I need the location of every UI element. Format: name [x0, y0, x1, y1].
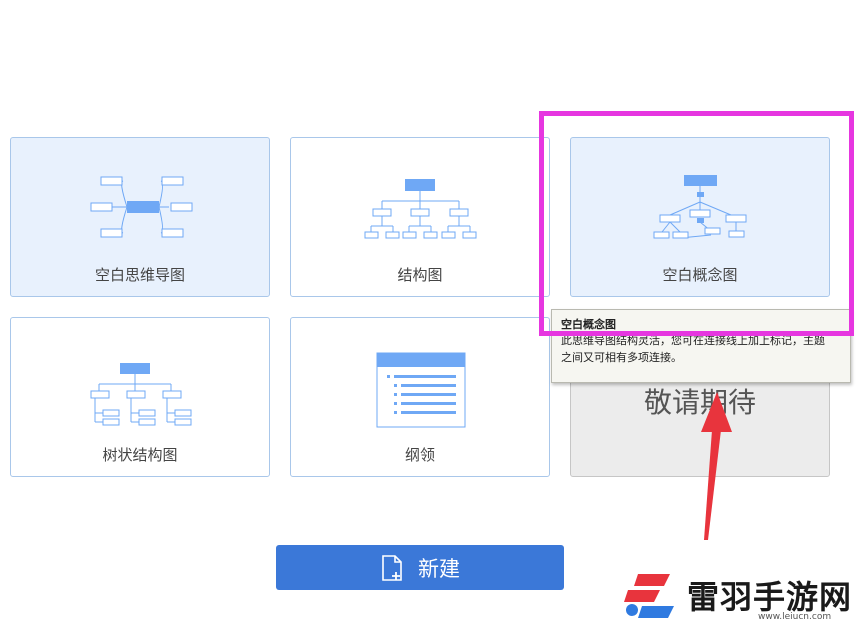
template-card-mindmap[interactable]: 空白思维导图: [10, 137, 270, 297]
template-label: 纲领: [404, 446, 435, 464]
new-file-icon: [382, 554, 402, 581]
template-label: 空白思维导图: [94, 266, 185, 284]
site-watermark: 雷羽手游网 www.leiucn.com: [620, 566, 865, 626]
template-card-tree[interactable]: 树状结构图: [10, 317, 270, 477]
watermark-logo-icon: [624, 574, 674, 618]
new-button-label: 新建: [418, 556, 460, 581]
tooltip-title: 空白概念图: [561, 318, 616, 331]
template-label: 树状结构图: [102, 446, 178, 464]
template-card-structure[interactable]: 结构图: [290, 137, 550, 297]
new-button[interactable]: 新建: [276, 545, 564, 590]
tooltip-line-2: 之间又可相有多项连接。: [561, 351, 682, 364]
template-card-concept[interactable]: 空白概念图: [570, 137, 830, 297]
template-label: 结构图: [397, 266, 443, 284]
coming-soon-label: 敬请期待: [643, 386, 756, 419]
watermark-url: www.leiucn.com: [758, 612, 832, 622]
tooltip-line-1: 此思维导图结构灵活，您可在连接线上加上标记，主题: [561, 334, 825, 347]
template-card-outline[interactable]: 纲领: [290, 317, 550, 477]
template-tooltip: 空白概念图 此思维导图结构灵活，您可在连接线上加上标记，主题 之间又可相有多项连…: [551, 309, 851, 383]
template-label: 空白概念图: [662, 266, 738, 284]
